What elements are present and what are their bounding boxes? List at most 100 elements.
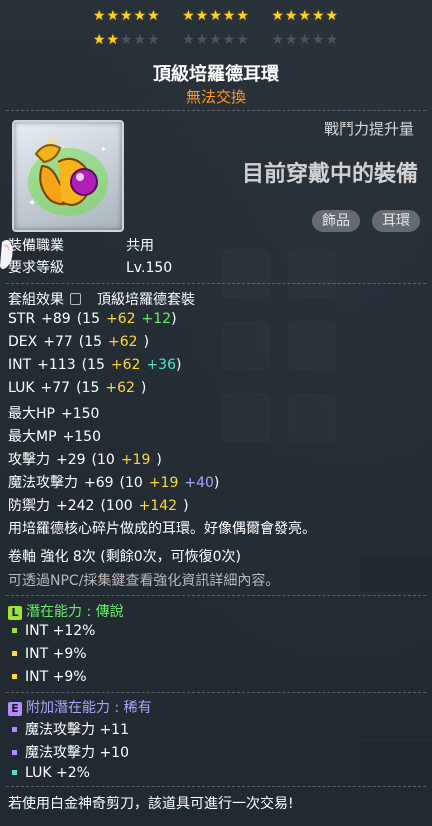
item-icon-frame: ✦ ✦ xyxy=(12,120,124,232)
divider xyxy=(6,595,426,596)
lock-icon xyxy=(70,293,81,305)
stat-star-force: +36 xyxy=(146,357,176,373)
divider xyxy=(6,110,426,111)
stat-flame: +62 xyxy=(110,357,141,373)
item-description: 用培羅德核心碎片做成的耳環。好像偶爾會發亮。 xyxy=(8,521,316,537)
stat-name: DEX xyxy=(8,334,38,350)
stat-close: ) xyxy=(143,334,150,350)
stat-row: 攻擊力 +29 (10 +19) xyxy=(8,449,162,469)
star-group: ★★★★★ xyxy=(182,32,250,48)
job-requirement: 裝備職業 共用 xyxy=(8,235,154,255)
stat-name: 魔法攻擊力 xyxy=(8,475,78,491)
level-value: Lv.150 xyxy=(126,260,173,276)
potential-label: 潛在能力 xyxy=(26,604,82,620)
category-tag: 飾品 xyxy=(312,210,360,232)
divider xyxy=(6,786,426,787)
potential-option: LUK +2% xyxy=(25,765,90,781)
epic-badge-icon: E xyxy=(8,702,22,716)
stat-name: INT xyxy=(8,357,32,373)
bullet-icon xyxy=(12,650,17,656)
earring-gem-icon: ✦ ✦ xyxy=(28,136,108,216)
star-force-row-1: ★★★★★ ★★★★★ ★★★★★ xyxy=(0,8,432,24)
potential-option: 魔法攻擊力 +11 xyxy=(25,722,129,738)
potential-separator: : xyxy=(86,604,92,620)
legendary-badge-icon: L xyxy=(8,606,22,620)
stat-close: ) xyxy=(183,498,189,514)
stat-row: 最大MP +150 xyxy=(8,426,119,446)
job-value: 共用 xyxy=(126,238,154,254)
stat-close: ) xyxy=(213,475,220,491)
bonus-potential-grade: 稀有 xyxy=(123,700,152,716)
star-group: ★★★★★ xyxy=(271,32,340,48)
stat-total: +150 xyxy=(60,406,100,422)
stat-row: DEX +77 (15 +62) xyxy=(8,334,149,350)
star-group: ★★★★★ xyxy=(271,8,340,24)
stat-name: STR xyxy=(8,311,36,327)
trade-status: 無法交換 xyxy=(185,88,246,106)
potential-line: INT +9% xyxy=(8,646,87,662)
bullet-icon xyxy=(12,726,17,732)
potential-line: INT +9% xyxy=(8,669,87,685)
set-effect-label: 套組效果 xyxy=(8,292,64,308)
potential-option: 魔法攻擊力 +10 xyxy=(25,745,129,761)
bullet-icon xyxy=(12,627,17,633)
star-on: ★★ xyxy=(92,32,120,48)
potential-option: INT +9% xyxy=(25,646,87,662)
stat-total: +69 xyxy=(84,475,114,491)
stat-total: +113 xyxy=(37,357,76,373)
stat-base: (10 xyxy=(91,452,115,468)
trade-hint: 若使用白金神奇剪刀，該道具可進行一次交易! xyxy=(8,796,294,812)
scroll-upgrade-info: 卷軸 強化 8次 (剩餘0次，可恢復0次) xyxy=(8,549,241,565)
stat-name: 攻擊力 xyxy=(8,452,50,468)
stat-base: (15 xyxy=(81,357,105,373)
stat-close: ) xyxy=(140,380,147,396)
bonus-potential-line: 魔法攻擊力 +11 xyxy=(8,719,129,739)
stat-name: 防禦力 xyxy=(8,498,50,514)
stat-flame: +62 xyxy=(105,380,135,396)
combat-power-label: 戰鬥力提升量 xyxy=(323,120,414,138)
stat-base: (10 xyxy=(119,475,143,491)
job-label: 裝備職業 xyxy=(8,238,64,254)
divider xyxy=(6,283,426,284)
stat-base: (15 xyxy=(78,334,103,350)
scroll-hint: 可透過NPC/採集鍵查看強化資訊詳細內容。 xyxy=(8,573,280,589)
stat-row: LUK +77 (15 +62) xyxy=(8,380,146,396)
potential-grade: 傳說 xyxy=(95,604,124,620)
bullet-icon xyxy=(12,673,17,679)
potential-option: INT +9% xyxy=(25,669,87,685)
stat-base: (15 xyxy=(76,311,100,327)
type-tag: 耳環 xyxy=(372,210,420,232)
stat-row: 魔法攻擊力 +69 (10 +19 +40) xyxy=(8,472,219,492)
level-requirement: 要求等級 Lv.150 xyxy=(8,257,172,277)
stat-flame: +19 xyxy=(148,475,179,491)
stat-row: 防禦力 +242 (100 +142) xyxy=(8,495,189,515)
item-tooltip: ★★★★★ ★★★★★ ★★★★★ ★★★★★ ★★★★★ ★★★★★ 頂級培羅… xyxy=(0,0,432,826)
stat-base: (15 xyxy=(76,380,100,396)
level-label: 要求等級 xyxy=(8,260,64,276)
bullet-icon xyxy=(12,749,17,755)
stat-star-force: +40 xyxy=(184,475,214,491)
star-group: ★★★★★ xyxy=(93,32,161,48)
stat-close: ) xyxy=(171,311,177,327)
stat-total: +29 xyxy=(56,452,86,468)
bonus-potential-header: E 附加潛在能力 : 稀有 xyxy=(8,697,152,717)
svg-text:✦: ✦ xyxy=(28,198,36,209)
stat-total: +77 xyxy=(43,334,73,350)
equipped-notice: 目前穿戴中的裝備 xyxy=(241,162,418,187)
potential-line: INT +12% xyxy=(8,623,95,639)
stat-name: 最大MP xyxy=(8,429,57,445)
divider xyxy=(6,692,426,693)
set-name: 頂級培羅德套裝 xyxy=(97,292,195,308)
bullet-icon xyxy=(12,769,17,775)
stat-total: +77 xyxy=(40,380,71,396)
stat-row: INT +113 (15 +62 +36) xyxy=(8,357,181,373)
stat-total: +242 xyxy=(56,498,95,514)
star-group: ★★★★★ xyxy=(182,8,250,24)
stat-name: LUK xyxy=(8,380,35,396)
potential-header: L 潛在能力 : 傳說 xyxy=(8,601,124,621)
star-force-row-2: ★★★★★ ★★★★★ ★★★★★ xyxy=(0,32,432,48)
item-name: 頂級培羅德耳環 xyxy=(153,64,279,85)
bonus-potential-separator: : xyxy=(114,700,120,716)
stat-star-force: +12 xyxy=(141,311,172,327)
set-effect[interactable]: 套組效果 頂級培羅德套裝 xyxy=(8,289,195,309)
